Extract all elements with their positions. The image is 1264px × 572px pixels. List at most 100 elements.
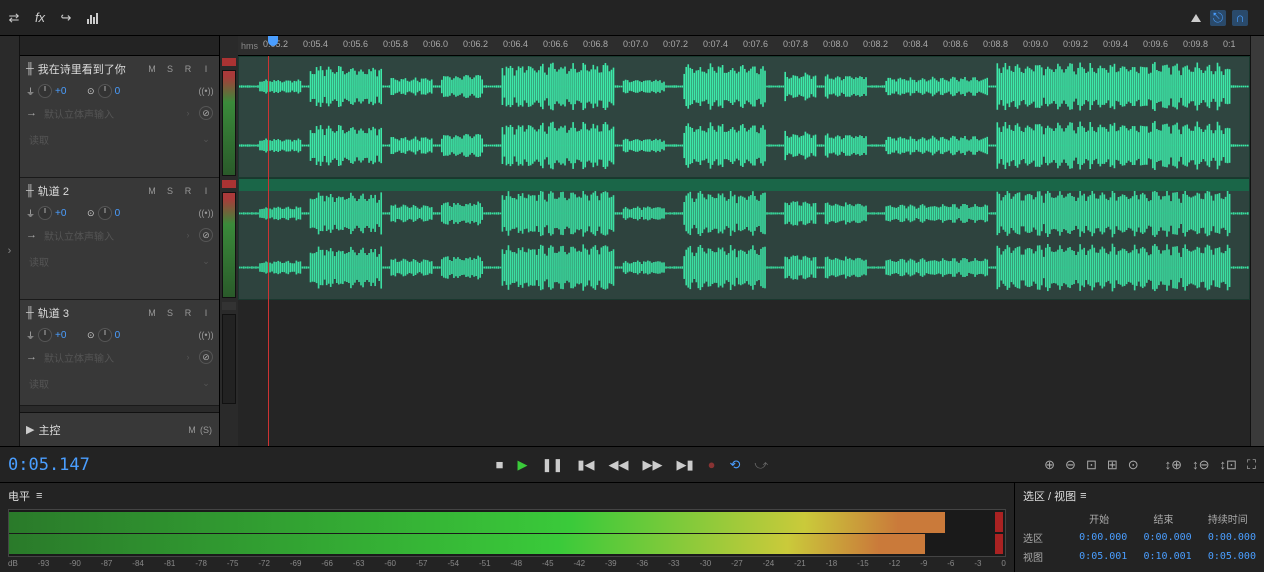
stereo-icon[interactable]: ((•))	[199, 206, 213, 220]
bars-icon[interactable]	[84, 10, 100, 26]
read-chevron-icon[interactable]: ⌄	[199, 376, 213, 390]
record-arm-button[interactable]: R	[181, 184, 195, 198]
timecode-display[interactable]: 0:05.147	[8, 455, 90, 475]
view-duration-value[interactable]: 0:05.000	[1200, 551, 1256, 562]
volume-knob[interactable]	[38, 328, 52, 342]
stereo-icon[interactable]: ((•))	[199, 84, 213, 98]
read-chevron-icon[interactable]: ⌄	[199, 254, 213, 268]
pan-value[interactable]: 0	[115, 330, 131, 341]
input-chevron-icon[interactable]: ›	[181, 106, 195, 120]
record-button[interactable]: ●	[708, 457, 716, 472]
master-track-header[interactable]: ▶ 主控 M (S)	[20, 412, 219, 446]
automation-mode-selector[interactable]: 读取	[26, 375, 199, 392]
selection-menu-icon[interactable]: ≡	[1080, 490, 1086, 502]
input-selector[interactable]: 默认立体声输入	[41, 349, 177, 366]
fx-icon[interactable]: fx	[32, 10, 48, 26]
view-start-value[interactable]: 0:05.001	[1071, 551, 1127, 562]
input-selector[interactable]: 默认立体声输入	[41, 227, 177, 244]
master-mute-button[interactable]: M	[185, 423, 199, 437]
snap-icon[interactable]: ⎋	[1210, 10, 1226, 26]
mute-button[interactable]: M	[145, 62, 159, 76]
zoom-selection-icon[interactable]: ⊞	[1107, 457, 1118, 473]
clip-indicator-right[interactable]	[995, 534, 1003, 554]
magnet-icon[interactable]: ∩	[1232, 10, 1248, 26]
go-to-end-button[interactable]: ▶▮	[676, 457, 693, 473]
track-name[interactable]: 轨道 3	[38, 305, 141, 321]
pause-button[interactable]: ❚❚	[542, 457, 564, 473]
rewind-button[interactable]: ◀◀	[608, 457, 628, 473]
triangle-icon[interactable]	[1188, 10, 1204, 26]
track-header-1[interactable]: ╫ 我在诗里看到了你 M S R I ⏚ +0 ⊙ 0 ((•))	[20, 56, 219, 178]
audio-clip-2[interactable]	[238, 178, 1250, 300]
playhead-handle[interactable]	[268, 36, 278, 46]
input-selector[interactable]: 默认立体声输入	[41, 105, 177, 122]
db-tick: -12	[889, 559, 901, 568]
read-chevron-icon[interactable]: ⌄	[199, 132, 213, 146]
play-button[interactable]: ▶	[518, 457, 528, 473]
phase-button[interactable]: ⊘	[199, 350, 213, 364]
input-chevron-icon[interactable]: ›	[181, 228, 195, 242]
skip-button[interactable]: ⤻	[754, 457, 768, 473]
levels-menu-icon[interactable]: ≡	[36, 490, 42, 502]
record-arm-button[interactable]: R	[181, 306, 195, 320]
track-name[interactable]: 轨道 2	[38, 183, 141, 199]
clip-indicator-left[interactable]	[995, 512, 1003, 532]
phase-button[interactable]: ⊘	[199, 228, 213, 242]
automation-mode-selector[interactable]: 读取	[26, 131, 199, 148]
expand-chevron-icon[interactable]: ›	[0, 221, 19, 281]
volume-knob[interactable]	[38, 206, 52, 220]
track-name[interactable]: 我在诗里看到了你	[38, 61, 141, 77]
zoom-in-amp-icon[interactable]: ↕⊕	[1165, 457, 1182, 473]
audio-clip-1[interactable]	[238, 56, 1250, 178]
input-monitor-button[interactable]: I	[199, 306, 213, 320]
zoom-custom-icon[interactable]: ⊙	[1128, 457, 1139, 473]
track-header-3[interactable]: ╫ 轨道 3 M S R I ⏚ +0 ⊙ 0 ((•))	[20, 300, 219, 406]
send-icon[interactable]: ↪	[58, 10, 74, 26]
zoom-reset-amp-icon[interactable]: ↕⊡	[1219, 457, 1236, 473]
db-tick: -42	[574, 559, 586, 568]
volume-value[interactable]: +0	[55, 330, 71, 341]
stop-button[interactable]: ■	[496, 457, 504, 472]
fast-forward-button[interactable]: ▶▶	[642, 457, 662, 473]
automation-mode-selector[interactable]: 读取	[26, 253, 199, 270]
stereo-icon[interactable]: ((•))	[199, 328, 213, 342]
view-end-value[interactable]: 0:10.001	[1135, 551, 1191, 562]
pan-value[interactable]: 0	[115, 208, 131, 219]
swap-icon[interactable]: ⇄	[6, 10, 22, 26]
input-monitor-button[interactable]: I	[199, 184, 213, 198]
volume-knob[interactable]	[38, 84, 52, 98]
phase-button[interactable]: ⊘	[199, 106, 213, 120]
mute-button[interactable]: M	[145, 306, 159, 320]
pan-knob[interactable]	[98, 84, 112, 98]
solo-button[interactable]: S	[163, 184, 177, 198]
selection-end-value[interactable]: 0:00.000	[1135, 532, 1191, 543]
zoom-fit-icon[interactable]: ⊡	[1086, 457, 1097, 473]
selection-start-value[interactable]: 0:00.000	[1071, 532, 1127, 543]
volume-value[interactable]: +0	[55, 208, 71, 219]
solo-button[interactable]: S	[163, 306, 177, 320]
track-header-2[interactable]: ╫ 轨道 2 M S R I ⏚ +0 ⊙ 0 ((•))	[20, 178, 219, 300]
go-to-start-button[interactable]: ▮◀	[577, 457, 594, 473]
pan-knob[interactable]	[98, 206, 112, 220]
zoom-out-amp-icon[interactable]: ↕⊖	[1192, 457, 1209, 473]
pan-knob[interactable]	[98, 328, 112, 342]
solo-button[interactable]: S	[163, 62, 177, 76]
zoom-in-time-icon[interactable]: ⊕	[1044, 457, 1055, 473]
level-meter[interactable]	[8, 509, 1006, 557]
zoom-out-time-icon[interactable]: ⊖	[1065, 457, 1076, 473]
record-arm-button[interactable]: R	[181, 62, 195, 76]
loop-button[interactable]: ⟲	[730, 457, 741, 473]
vertical-scrollbar[interactable]	[1250, 36, 1264, 446]
playhead-line[interactable]	[268, 56, 269, 446]
empty-track-lane-3[interactable]	[238, 300, 1250, 406]
waveform-area[interactable]: hms 0:05.20:05.40:05.60:05.80:06.00:06.2…	[238, 36, 1250, 446]
time-ruler[interactable]: hms 0:05.20:05.40:05.60:05.80:06.00:06.2…	[238, 36, 1250, 56]
input-chevron-icon[interactable]: ›	[181, 350, 195, 364]
mute-button[interactable]: M	[145, 184, 159, 198]
input-monitor-button[interactable]: I	[199, 62, 213, 76]
volume-value[interactable]: +0	[55, 86, 71, 97]
master-solo-button[interactable]: (S)	[199, 423, 213, 437]
pan-value[interactable]: 0	[115, 86, 131, 97]
selection-duration-value[interactable]: 0:00.000	[1200, 532, 1256, 543]
zoom-full-icon[interactable]: ⛶	[1247, 457, 1256, 473]
